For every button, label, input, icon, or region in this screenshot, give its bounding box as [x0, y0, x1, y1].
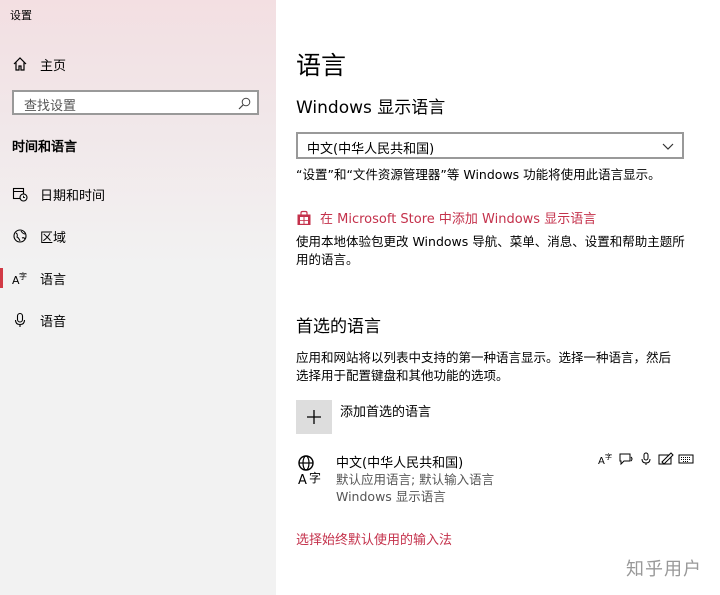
- svg-text:A: A: [598, 456, 605, 466]
- sidebar-item-speech[interactable]: 语音: [0, 303, 276, 337]
- microphone-icon: [12, 312, 28, 328]
- page-title: 语言: [296, 51, 347, 80]
- display-language-dropdown[interactable]: 中文(中华人民共和国): [296, 132, 684, 159]
- preferred-language-description: 应用和网站将以列表中支持的第一种语言显示。选择一种语言，然后选择用于配置键盘和其…: [296, 350, 672, 383]
- globe-region-icon: [12, 228, 28, 244]
- plus-icon: [307, 410, 321, 424]
- preferred-language-heading: 首选的语言: [296, 317, 381, 337]
- svg-text:字: 字: [19, 271, 27, 281]
- sidebar-item-date-time[interactable]: 日期和时间: [0, 177, 276, 211]
- sidebar-item-label: 语言: [40, 272, 67, 288]
- sidebar-item-home[interactable]: 主页: [12, 54, 262, 74]
- store-description: 使用本地体验包更改 Windows 导航、菜单、消息、设置和帮助主题所用的语言。: [296, 234, 685, 267]
- microphone-icon: [638, 452, 654, 466]
- store-bag-icon: [297, 210, 311, 225]
- search-placeholder: 查找设置: [24, 99, 77, 114]
- display-language-heading: Windows 显示语言: [296, 98, 446, 118]
- calendar-clock-icon: [12, 186, 28, 202]
- svg-text:字: 字: [309, 470, 321, 485]
- svg-text:字: 字: [605, 452, 612, 461]
- chevron-down-icon: [662, 143, 674, 150]
- sidebar-item-label: 区域: [40, 230, 67, 246]
- language-list-item[interactable]: A 字 中文(中华人民共和国) 默认应用语言; 默认输入语言 Windows 显…: [296, 452, 706, 504]
- sidebar-home-label: 主页: [40, 58, 67, 74]
- language-globe-icon: A 字: [298, 455, 321, 486]
- svg-text:A: A: [298, 473, 307, 486]
- sidebar: 设置 主页 查找设置 时间和语言 日期和时间 区域 A 字 语言 语音: [0, 0, 276, 595]
- section-title: 时间和语言: [12, 140, 78, 155]
- sidebar-item-region[interactable]: 区域: [0, 219, 276, 253]
- app-title: 设置: [10, 9, 32, 22]
- language-display-status: Windows 显示语言: [336, 489, 446, 504]
- add-language-label[interactable]: 添加首选的语言: [340, 401, 431, 420]
- language-icon: A 字: [12, 270, 28, 286]
- store-link-label: 在 Microsoft Store 中添加 Windows 显示语言: [320, 212, 597, 227]
- display-language-description: “设置”和“文件资源管理器”等 Windows 功能将使用此语言显示。: [296, 167, 661, 182]
- keyboard-icon: [678, 452, 694, 466]
- language-feature-icons: A字: [598, 452, 694, 466]
- input-method-link[interactable]: 选择始终默认使用的输入法: [296, 529, 452, 548]
- watermark: 知乎用户: [626, 559, 702, 580]
- sidebar-item-label: 语音: [40, 314, 67, 330]
- search-icon: [238, 97, 251, 110]
- handwriting-icon: [658, 452, 674, 466]
- store-link[interactable]: 在 Microsoft Store 中添加 Windows 显示语言: [296, 208, 596, 227]
- add-language-button[interactable]: [296, 400, 332, 434]
- sidebar-item-label: 日期和时间: [40, 188, 106, 204]
- dropdown-value: 中文(中华人民共和国): [307, 142, 435, 157]
- speech-icon: [618, 452, 634, 466]
- sidebar-item-language[interactable]: A 字 语言: [0, 261, 276, 295]
- search-input[interactable]: 查找设置: [12, 90, 259, 115]
- display-language-icon: A字: [598, 452, 614, 466]
- home-icon: [13, 57, 27, 71]
- main-content: 语言 Windows 显示语言 中文(中华人民共和国) “设置”和“文件资源管理…: [276, 0, 720, 595]
